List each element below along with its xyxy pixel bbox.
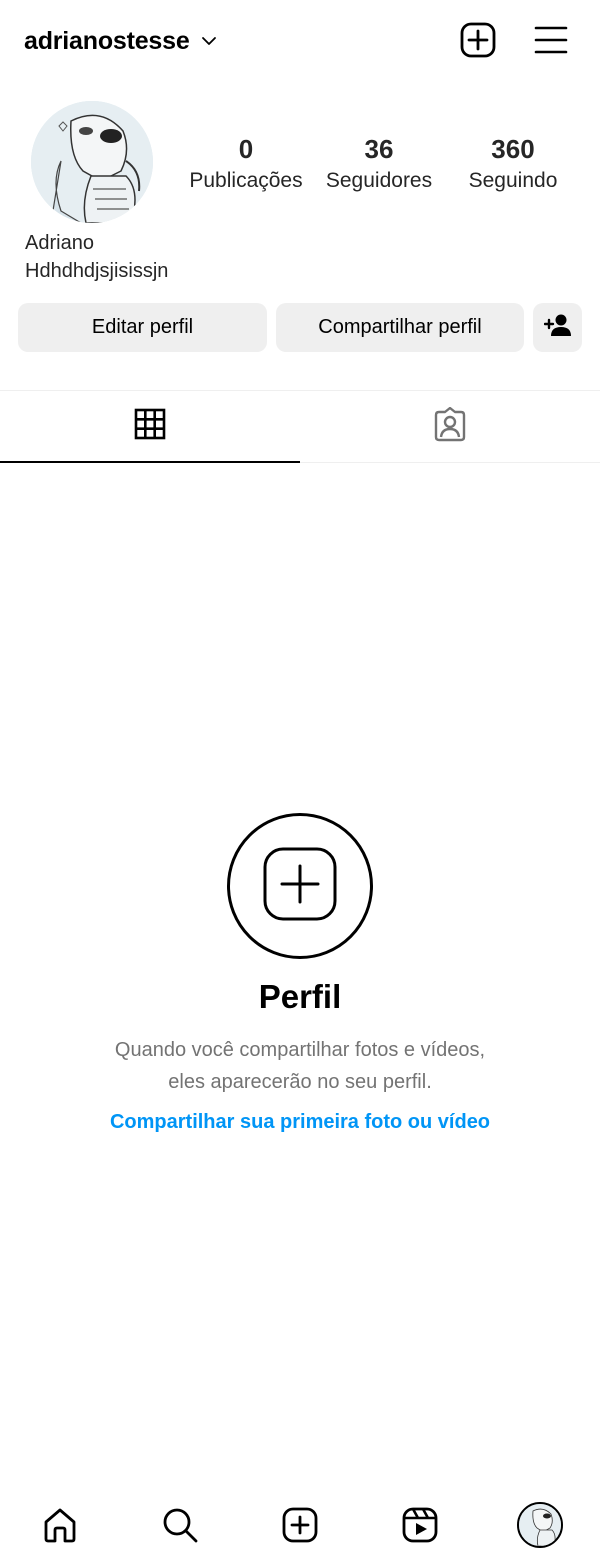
stat-following[interactable]: 360 Seguindo <box>448 132 578 196</box>
profile-stats: 0 Publicações 36 Seguidores 360 Seguindo <box>180 132 580 202</box>
empty-state-description: Quando você compartilhar fotos e vídeos,… <box>114 1039 486 1093</box>
posts-label: Publicações <box>189 169 303 192</box>
tab-tagged[interactable] <box>300 391 600 463</box>
following-label: Seguindo <box>468 169 558 192</box>
stat-posts[interactable]: 0 Publicações <box>181 132 311 196</box>
followers-label: Seguidores <box>325 169 433 192</box>
create-post-circle[interactable] <box>227 813 373 959</box>
top-header: adrianostesse <box>0 0 600 82</box>
empty-state-title: Perfil <box>258 978 342 1015</box>
reels-icon[interactable] <box>397 1502 443 1548</box>
share-first-post-link[interactable]: Compartilhar sua primeira foto ou vídeo <box>0 1111 600 1134</box>
posts-count: 0 <box>238 134 254 164</box>
tab-posts-grid[interactable] <box>0 391 300 463</box>
create-icon[interactable] <box>277 1502 323 1548</box>
tabs-bottom-divider <box>300 462 600 463</box>
nav-avatar <box>517 1502 563 1548</box>
profile-avatar[interactable] <box>31 101 153 223</box>
home-icon[interactable] <box>37 1502 83 1548</box>
account-switcher[interactable]: adrianostesse <box>24 24 218 58</box>
share-profile-button[interactable]: Compartilhar perfil <box>276 303 524 352</box>
following-count: 360 <box>491 134 535 164</box>
bottom-navigation <box>0 1490 600 1560</box>
stat-followers[interactable]: 36 Seguidores <box>314 132 444 196</box>
profile-avatar-tab[interactable] <box>517 1502 563 1548</box>
display-name: Adriano <box>25 232 94 254</box>
grid-icon <box>134 408 166 445</box>
search-icon[interactable] <box>157 1502 203 1548</box>
create-plus-square-icon[interactable] <box>458 20 498 60</box>
plus-square-icon <box>262 846 338 927</box>
chevron-down-icon[interactable] <box>200 32 218 50</box>
discover-people-button[interactable] <box>533 303 582 352</box>
edit-profile-button[interactable]: Editar perfil <box>18 303 267 352</box>
hamburger-menu-icon[interactable] <box>531 20 571 60</box>
followers-count: 36 <box>364 134 394 164</box>
add-person-icon <box>543 313 572 343</box>
bio-text: Hdhdhdjsjisissjn <box>25 260 169 282</box>
username[interactable]: adrianostesse <box>24 27 190 56</box>
tagged-person-icon <box>432 406 468 448</box>
